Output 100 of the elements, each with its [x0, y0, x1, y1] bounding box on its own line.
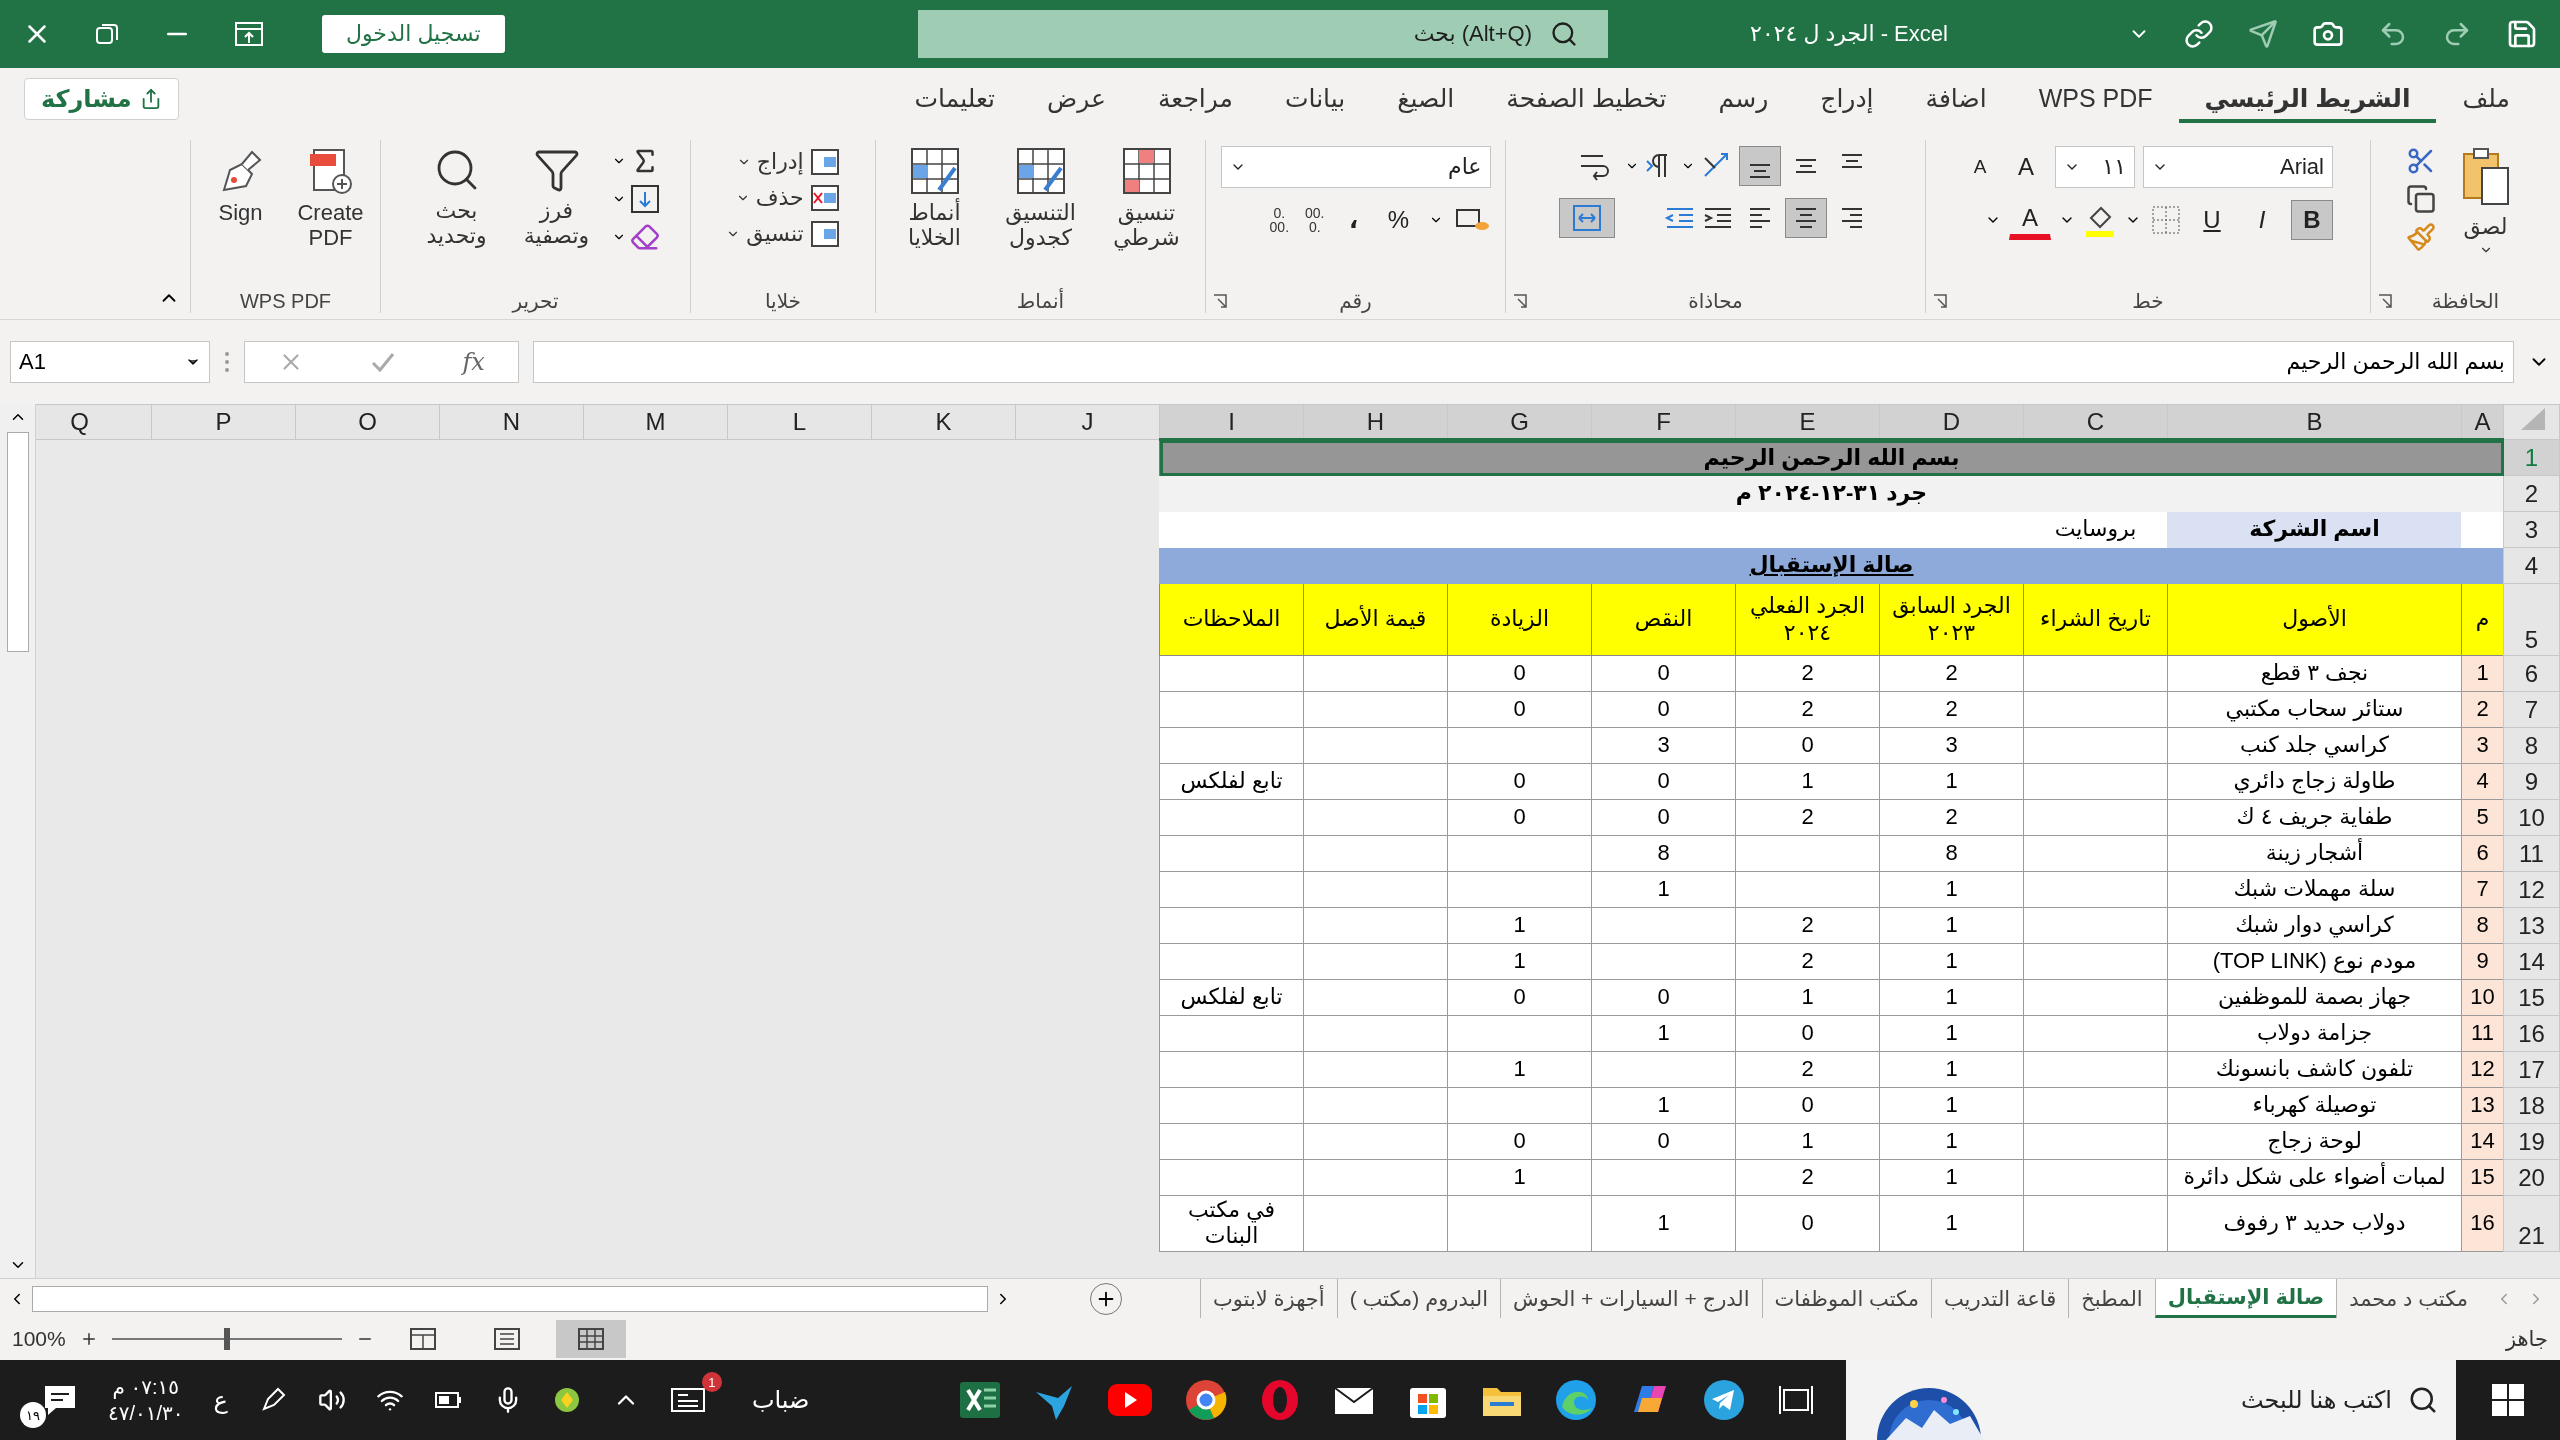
row-header[interactable]: 6 — [2503, 655, 2560, 692]
telegram-icon[interactable] — [1702, 1378, 1746, 1422]
row-header[interactable]: 3 — [2503, 511, 2560, 548]
language-indicator[interactable]: ع — [213, 1386, 228, 1414]
font-color-button[interactable]: A — [2009, 200, 2051, 240]
share-button[interactable]: مشاركة — [24, 78, 179, 120]
row-header[interactable]: 20 — [2503, 1159, 2560, 1196]
dialog-launcher-icon[interactable] — [1212, 293, 1228, 309]
row-header[interactable]: 19 — [2503, 1123, 2560, 1160]
ribbon-tab[interactable]: اضافة — [1899, 75, 2013, 123]
row-header[interactable]: 5 — [2503, 583, 2560, 656]
styles-button[interactable]: تنسيق شرطي — [1098, 146, 1195, 251]
row-header[interactable]: 4 — [2503, 547, 2560, 584]
browser-icon[interactable] — [1184, 1378, 1228, 1422]
column-header[interactable]: M — [583, 404, 728, 440]
column-header[interactable]: B — [2167, 404, 2462, 440]
ribbon-tab[interactable]: WPS PDF — [2012, 75, 2179, 123]
column-header[interactable]: P — [151, 404, 296, 440]
sheet-tab[interactable]: صالة الإستقبال — [2154, 1279, 2337, 1318]
ribbon-tab[interactable]: عرض — [1021, 75, 1132, 123]
ribbon-tab[interactable]: مراجعة — [1131, 75, 1259, 123]
weather-text[interactable]: ضباب — [751, 1386, 810, 1414]
sheet-tab[interactable]: أجهزة لابتوب — [1199, 1279, 1337, 1318]
send-icon[interactable] — [2248, 19, 2278, 49]
view-button[interactable] — [555, 1320, 626, 1358]
clock[interactable]: ٠٧:١٥ م ٤٧/٠١/٣٠ — [108, 1374, 184, 1426]
ribbon-tab[interactable]: تعليمات — [888, 75, 1021, 123]
restore-icon[interactable] — [94, 21, 120, 47]
zoom-thumb[interactable] — [223, 1328, 230, 1350]
column-header[interactable]: A — [2461, 404, 2504, 440]
ribbon-display-icon[interactable] — [234, 21, 264, 47]
row-header[interactable]: 15 — [2503, 979, 2560, 1016]
column-header[interactable]: F — [1591, 404, 1736, 440]
font-style-button[interactable]: U — [2191, 200, 2233, 240]
sheet-tab[interactable]: المطبخ — [2068, 1279, 2155, 1318]
editing-button[interactable]: بحث وتحديد — [411, 146, 502, 249]
notification-icon[interactable] — [42, 1383, 78, 1417]
fill-down-icon[interactable] — [629, 184, 660, 214]
dialog-launcher-icon[interactable] — [1932, 293, 1948, 309]
number-format-field[interactable]: عام — [1220, 146, 1491, 188]
styles-button[interactable]: التنسيق كجدول — [992, 146, 1089, 251]
row-header[interactable]: 21 — [2503, 1195, 2560, 1252]
insert-function-button[interactable]: fx — [462, 348, 485, 376]
column-header[interactable]: I — [1159, 404, 1304, 440]
dialog-launcher-icon[interactable] — [1512, 293, 1528, 309]
row-header[interactable]: 12 — [2503, 871, 2560, 908]
column-header[interactable]: Q — [36, 404, 152, 440]
horizontal-scrollbar[interactable] — [32, 1285, 988, 1312]
column-header[interactable]: D — [1879, 404, 2024, 440]
vertical-align-button[interactable] — [1738, 146, 1781, 186]
font-style-button[interactable]: I — [2241, 200, 2283, 240]
ribbon-tab[interactable]: رسم — [1692, 75, 1795, 123]
comma-style-button[interactable]: ، — [1338, 200, 1369, 240]
percent-button[interactable]: % — [1380, 200, 1417, 240]
column-header[interactable]: O — [295, 404, 440, 440]
column-header[interactable]: C — [2023, 404, 2168, 440]
ribbon-tab[interactable]: إدراج — [1794, 75, 1900, 123]
column-header[interactable]: K — [871, 404, 1016, 440]
formula-field[interactable]: بسم الله الرحمن الرحيم — [533, 341, 2514, 383]
row-header[interactable]: 2 — [2503, 475, 2560, 512]
sheet-tab[interactable]: البدروم (مكتب ) — [1336, 1279, 1500, 1318]
sheet-tab[interactable]: مكتب الموظفات — [1761, 1279, 1931, 1318]
row-header[interactable]: 7 — [2503, 691, 2560, 728]
column-header[interactable]: J — [1015, 404, 1160, 440]
column-header[interactable]: L — [727, 404, 872, 440]
sign-in-button[interactable]: تسجيل الدخول — [322, 15, 505, 53]
start-icon[interactable] — [2490, 1382, 2526, 1418]
font-name-field[interactable]: Arial — [2143, 146, 2333, 188]
sheet-tab[interactable]: قاعة التدريب — [1930, 1279, 2069, 1318]
cells-button[interactable]: إدراج — [722, 146, 844, 178]
ribbon-tab[interactable]: الشريط الرئيسي — [2178, 75, 2437, 123]
search-field[interactable]: بحث (Alt+Q) — [918, 10, 1608, 58]
pdf-button[interactable]: Sign — [200, 146, 281, 226]
taskbar-search-field[interactable]: اكتب هنا للبحث — [1846, 1360, 2456, 1440]
decimal-button[interactable]: .00 .0 — [1303, 204, 1327, 236]
ribbon-tab[interactable]: بيانات — [1259, 75, 1372, 123]
name-box[interactable]: A1 — [10, 341, 210, 383]
cells-button[interactable]: حذف — [722, 182, 844, 214]
styles-button[interactable]: أنماط الخلايا — [886, 146, 983, 251]
column-header[interactable]: E — [1735, 404, 1880, 440]
sheet-tab[interactable]: الدرج + السيارات + الحوش — [1500, 1279, 1762, 1318]
ribbon-tab[interactable]: تخطيط الصفحة — [1480, 75, 1693, 123]
clear-icon[interactable] — [629, 222, 660, 252]
scrollbar-thumb[interactable] — [6, 432, 29, 652]
row-header[interactable]: 8 — [2503, 727, 2560, 764]
row-header[interactable]: 10 — [2503, 799, 2560, 836]
paste-button[interactable]: لصق — [2445, 146, 2526, 258]
merge-center-button[interactable] — [1558, 198, 1615, 238]
news-icon[interactable] — [669, 1385, 706, 1415]
column-header[interactable]: N — [439, 404, 584, 440]
column-header[interactable]: H — [1303, 404, 1448, 440]
ribbon-tab[interactable]: ملف — [2436, 75, 2536, 123]
row-header[interactable]: 17 — [2503, 1051, 2560, 1088]
horizontal-align-button[interactable] — [1784, 198, 1827, 238]
ribbon-tab[interactable]: الصيغ — [1371, 75, 1481, 123]
grow-font-button[interactable]: A — [2005, 147, 2047, 187]
pdf-button[interactable]: Create PDF — [290, 146, 371, 251]
row-header[interactable]: 9 — [2503, 763, 2560, 800]
editing-button[interactable]: فرز وتصفية — [511, 146, 602, 249]
dialog-launcher-icon[interactable] — [2377, 293, 2393, 309]
